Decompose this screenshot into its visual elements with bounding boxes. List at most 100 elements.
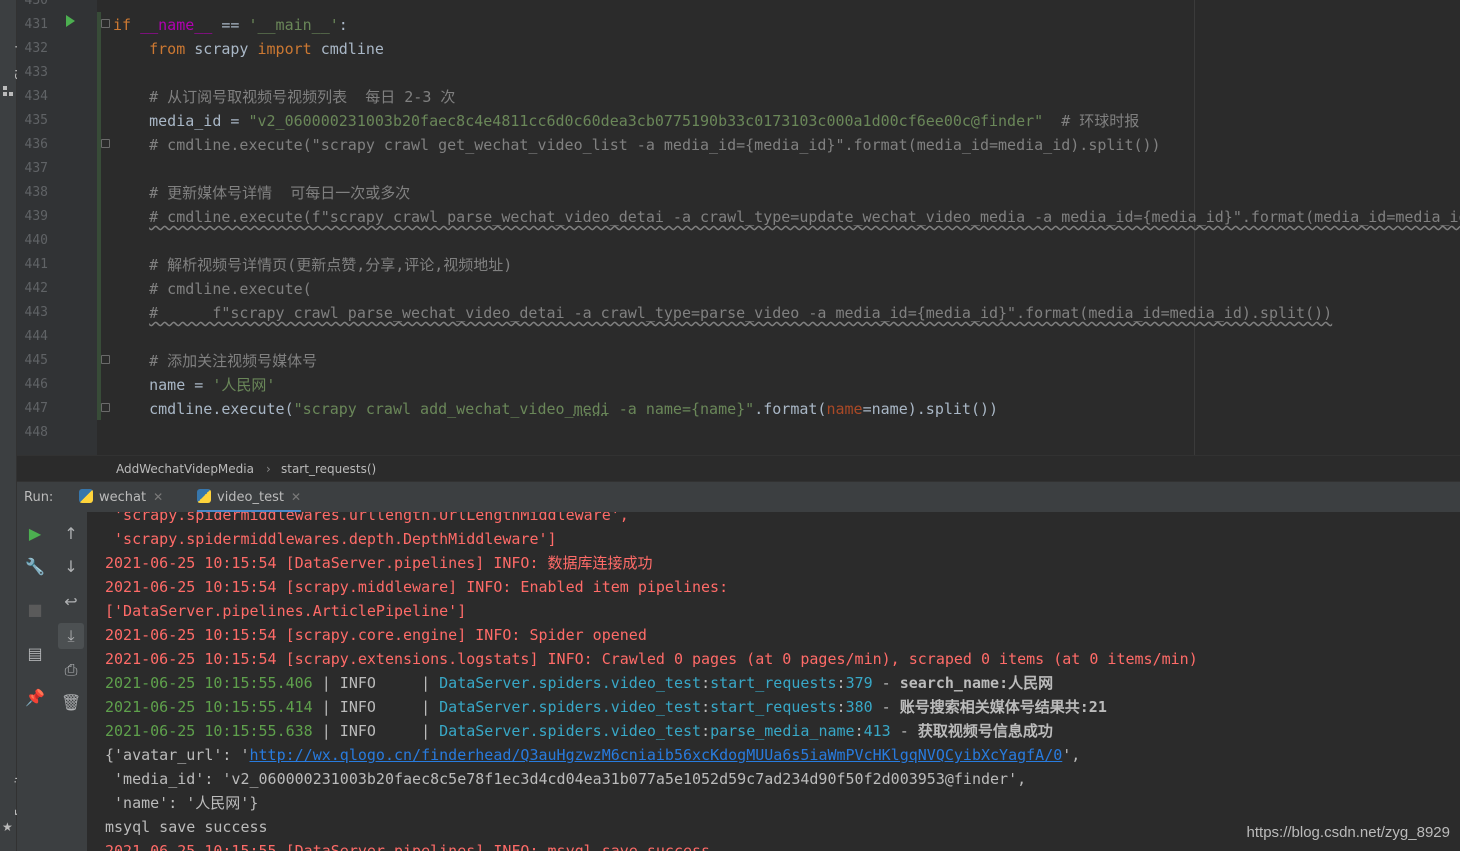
line-number: 441 <box>24 257 48 272</box>
console-text: 2021-06-25 10:15:55.638 <box>105 722 313 740</box>
code-token: # cmdline.execute(f"scrapy crawl parse_w… <box>149 208 1460 226</box>
pin-icon[interactable]: 📌 <box>25 688 45 708</box>
close-icon[interactable]: ✕ <box>291 490 301 504</box>
up-arrow-icon[interactable]: ↑ <box>61 524 81 544</box>
console-link[interactable]: http://wx.qlogo.cn/finderhead/Q3auHgzwzM… <box>250 746 1063 764</box>
line-number: 437 <box>24 161 48 176</box>
code-token: == <box>212 16 249 34</box>
line-number: 446 <box>24 377 48 392</box>
console-text: 2021-06-25 10:15:55 [DataServer.pipeline… <box>105 842 711 851</box>
code-line[interactable]: from scrapy import cmdline <box>113 37 384 61</box>
run-tab-wechat[interactable]: wechat ✕ <box>79 482 163 513</box>
run-tool-window-header: Run: wechat ✕ video_test ✕ <box>17 481 1460 513</box>
fold-icon[interactable] <box>101 19 110 28</box>
down-arrow-icon[interactable]: ↓ <box>61 557 81 577</box>
console-text: | INFO | <box>312 674 440 692</box>
code-editor[interactable]: 430 431 if __name__ == '__main__': 432 from… <box>17 0 1460 455</box>
stop-icon[interactable]: ■ <box>25 600 45 620</box>
code-token: '人民网' <box>212 376 276 394</box>
favorites-tab[interactable]: Favorites ★ <box>0 740 27 851</box>
line-number: 445 <box>24 353 48 368</box>
code-token: : <box>338 16 348 34</box>
code-line[interactable]: # cmdline.execute("scrapy crawl get_wech… <box>113 133 1161 157</box>
console-text: 2021-06-25 10:15:54 [scrapy.extensions.l… <box>105 650 1198 668</box>
run-icon[interactable] <box>66 15 75 27</box>
code-line[interactable]: # 解析视频号详情页(更新点赞,分享,评论,视频地址) <box>113 253 512 277</box>
watermark: https://blog.csdn.net/zyg_8929 <box>1246 824 1450 841</box>
line-number: 435 <box>24 113 48 128</box>
console-line: 2021-06-25 10:15:54 [scrapy.middleware] … <box>105 575 728 599</box>
close-icon[interactable]: ✕ <box>153 490 163 504</box>
fold-icon[interactable] <box>101 139 110 148</box>
code-token: .format( <box>754 400 827 418</box>
code-line[interactable]: name = '人民网' <box>113 373 275 397</box>
console-output[interactable]: 'scrapy.spidermiddlewares.urllength.UrlL… <box>87 512 1460 851</box>
code-token: # f"scrapy crawl parse_wechat_video_deta… <box>149 304 1333 322</box>
console-text: 413 <box>863 722 891 740</box>
console-text: 2021-06-25 10:15:54 [scrapy.core.engine]… <box>105 626 647 644</box>
console-text: 'name': '人民网'} <box>105 794 259 812</box>
console-text: DataServer.spiders.video_test <box>439 722 702 740</box>
code-line[interactable]: cmdline.execute("scrapy crawl add_wechat… <box>113 397 998 421</box>
code-token: import <box>257 40 321 58</box>
rerun-icon[interactable]: ▶ <box>25 524 45 544</box>
code-token: # 更新媒体号详情 可每日一次或多次 <box>113 184 411 202</box>
console-text: 2021-06-25 10:15:54 [DataServer.pipeline… <box>105 554 653 572</box>
console-line: 2021-06-25 10:15:55.414 | INFO | DataSer… <box>105 695 1107 719</box>
code-token: # 环球时报 <box>1043 112 1140 130</box>
fold-icon[interactable] <box>101 355 110 364</box>
breadcrumb-class[interactable]: AddWechatVidepMedia <box>116 462 254 476</box>
code-line[interactable]: # cmdline.execute( <box>113 277 312 301</box>
print-icon[interactable]: ⎙ <box>61 660 81 680</box>
console-line: 2021-06-25 10:15:54 [DataServer.pipeline… <box>105 551 653 575</box>
console-line: 2021-06-25 10:15:55 [DataServer.pipeline… <box>105 839 710 851</box>
console-line: 2021-06-25 10:15:54 [scrapy.extensions.l… <box>105 647 1198 671</box>
line-number: 430 <box>24 0 48 8</box>
console-line: ['DataServer.pipelines.ArticlePipeline'] <box>105 599 466 623</box>
trash-icon[interactable]: 🗑 <box>61 693 81 713</box>
code-token: name <box>826 400 863 418</box>
scroll-to-end-icon[interactable]: ⤓ <box>58 623 84 649</box>
console-text: msyql save success <box>105 818 268 836</box>
code-token: if <box>113 16 141 34</box>
console-text: 'media_id': 'v2_060000231003b20faec8c5e7… <box>105 770 1027 788</box>
code-line[interactable]: # 更新媒体号详情 可每日一次或多次 <box>113 181 410 205</box>
structure-icon <box>3 86 13 96</box>
code-line[interactable]: # 从订阅号取视频号视频列表 每日 2-3 次 <box>113 85 455 109</box>
breadcrumb-method[interactable]: start_requests() <box>281 462 376 476</box>
code-line[interactable]: # 添加关注视频号媒体号 <box>113 349 317 373</box>
code-token: media_id = <box>113 112 249 130</box>
code-line[interactable]: # f"scrapy crawl parse_wechat_video_deta… <box>113 301 1332 325</box>
console-text: : <box>836 674 846 692</box>
wrench-icon[interactable]: 🔧 <box>25 557 45 577</box>
console-text: 获取视频号信息成功 <box>917 722 1053 740</box>
console-line: 'media_id': 'v2_060000231003b20faec8c5e7… <box>105 767 1026 791</box>
console-text: 380 <box>845 698 873 716</box>
run-tab-label: wechat <box>99 490 147 505</box>
layout-icon[interactable]: ▤ <box>25 644 45 664</box>
console-line: 'scrapy.spidermiddlewares.urllength.UrlL… <box>105 512 629 527</box>
structure-tab[interactable]: Structure <box>0 0 27 100</box>
code-line[interactable]: # cmdline.execute(f"scrapy crawl parse_w… <box>113 205 1460 229</box>
console-text: DataServer.spiders.video_test <box>439 674 702 692</box>
code-token: cmdline <box>320 40 384 58</box>
console-text: : <box>701 722 711 740</box>
star-icon: ★ <box>2 820 13 834</box>
soft-wrap-icon[interactable]: ↩ <box>61 592 81 612</box>
console-line: 2021-06-25 10:15:55.406 | INFO | DataSer… <box>105 671 1053 695</box>
line-number: 440 <box>24 233 48 248</box>
code-token: # cmdline.execute("scrapy crawl get_wech… <box>113 136 1161 154</box>
code-line[interactable]: if __name__ == '__main__': <box>113 13 348 37</box>
code-token: '__main__' <box>248 16 339 34</box>
code-line[interactable]: media_id = "v2_060000231003b20faec8c4e48… <box>113 109 1139 133</box>
code-token: cmdline.execute( <box>113 400 294 418</box>
code-token: __name__ <box>140 16 213 34</box>
run-tab-video-test[interactable]: video_test ✕ <box>197 482 302 513</box>
fold-icon[interactable] <box>101 403 110 412</box>
console-text: ', <box>1062 746 1081 764</box>
code-token: # cmdline.execute( <box>113 280 312 298</box>
line-number: 434 <box>24 89 48 104</box>
console-text: 账号搜索相关媒体号结果共:21 <box>899 698 1107 716</box>
console-text: {'avatar_url': ' <box>105 746 250 764</box>
console-text: : <box>701 698 711 716</box>
